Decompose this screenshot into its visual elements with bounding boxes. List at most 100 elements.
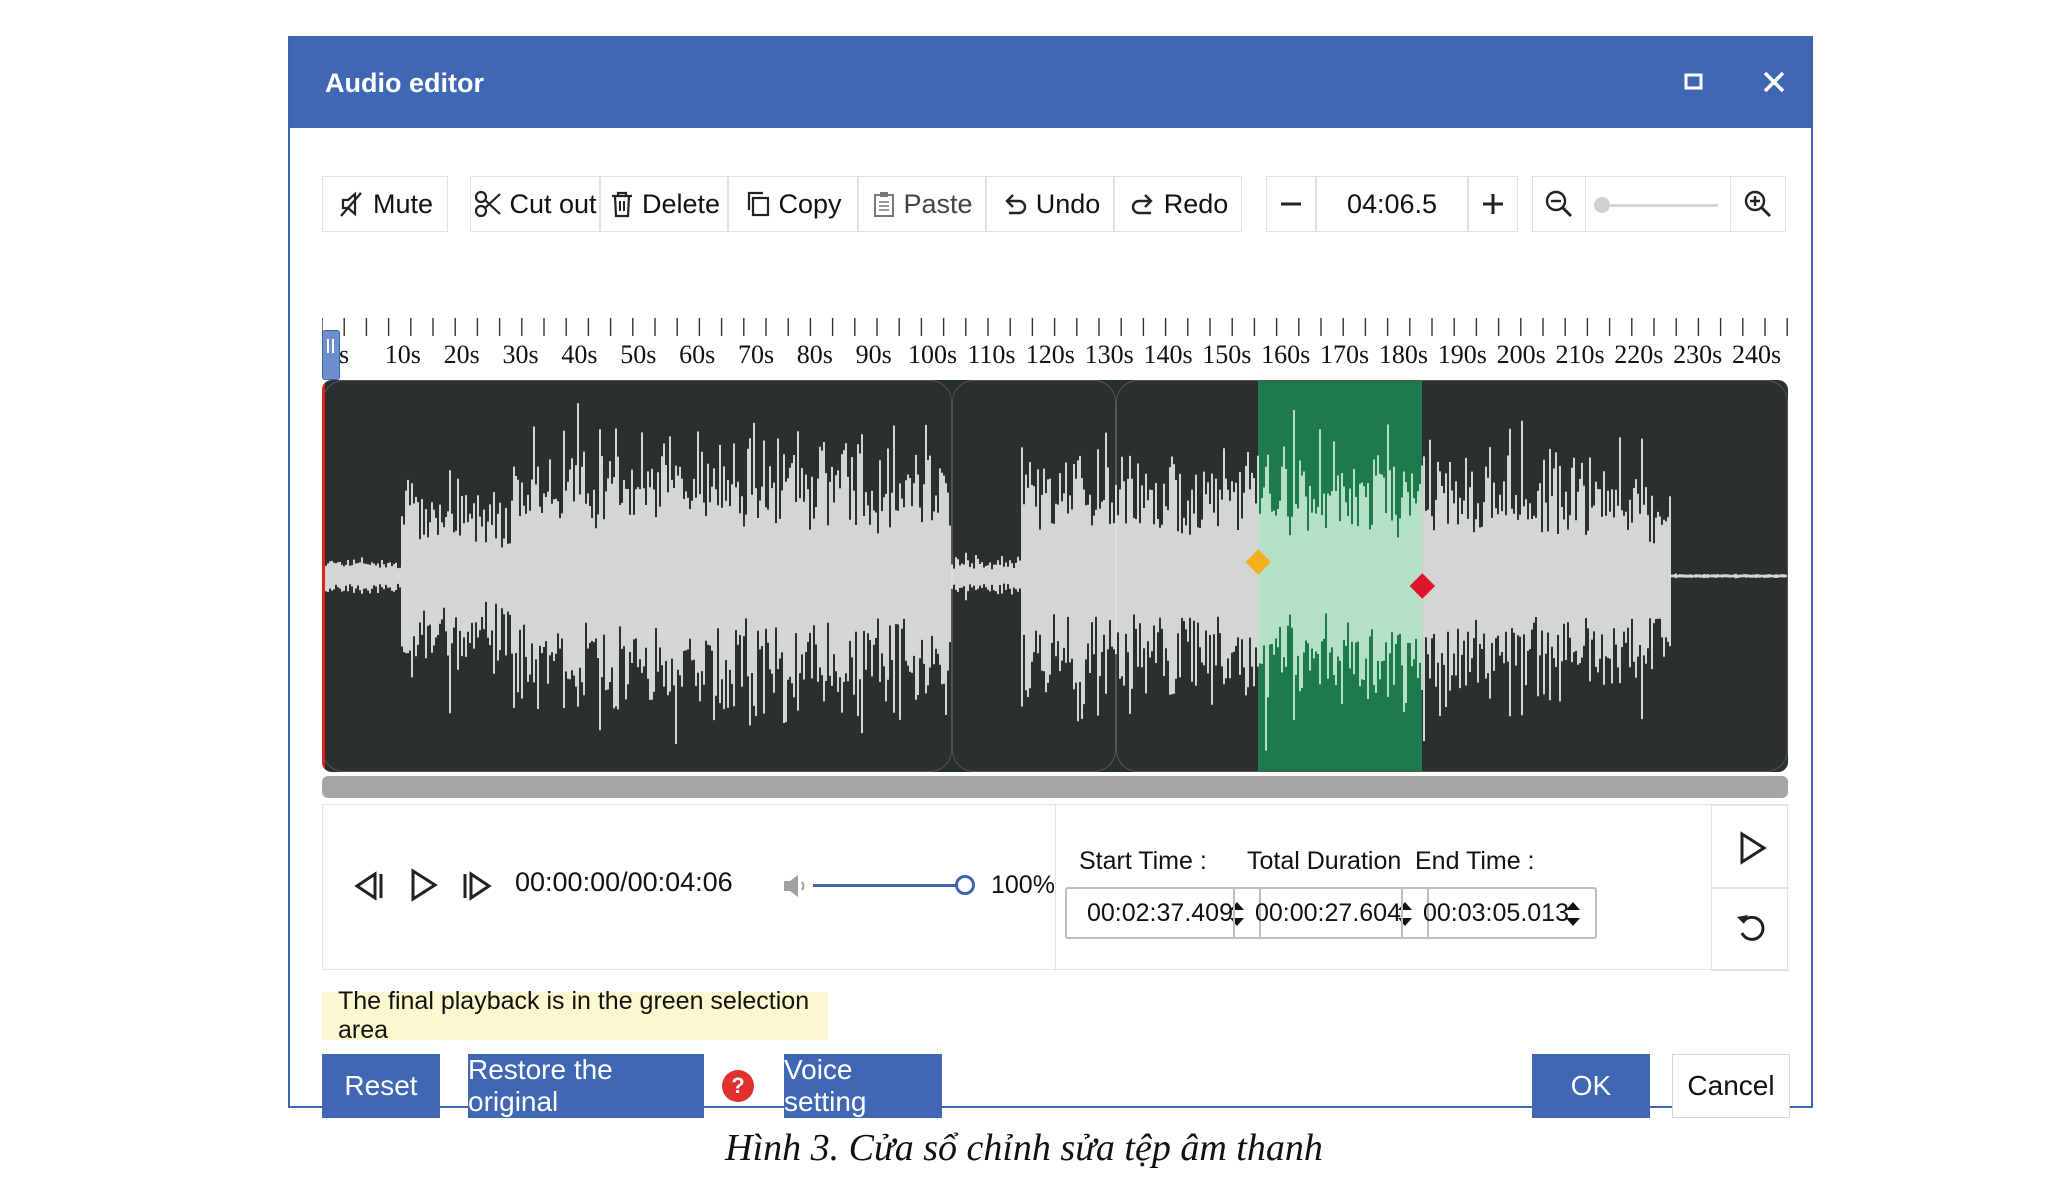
ruler-tick-label: 50s (620, 340, 657, 369)
playback-cursor (322, 380, 325, 772)
zoom-in-icon (1744, 190, 1771, 217)
waveform-panel[interactable] (322, 380, 1788, 772)
plus-icon (1483, 194, 1503, 214)
time-ruler[interactable]: s 10s 20s 30s 40s 50s 60s 70s 80s 90s 100s 110s 120s… (322, 278, 1788, 380)
ruler-ticks (322, 318, 1788, 336)
ruler-tick-label: 140s (1143, 340, 1193, 369)
maximize-icon (1684, 73, 1703, 90)
ruler-tick-label: 60s (679, 340, 716, 369)
time-decrease-button[interactable] (1266, 176, 1316, 232)
redo-button[interactable]: Redo (1114, 176, 1242, 232)
ruler-tick-label: 30s (502, 340, 539, 369)
restore-original-button[interactable]: Restore the original (468, 1054, 704, 1118)
redo-label: Redo (1163, 188, 1229, 219)
mute-icon (340, 191, 362, 217)
zoom-slider-knob[interactable] (1594, 197, 1610, 213)
total-duration-value: 00:00:27.604 (1255, 898, 1401, 927)
playhead-handle[interactable] (322, 330, 340, 380)
zoom-in-button[interactable] (1730, 176, 1786, 232)
ruler-tick-label: 10s (384, 340, 421, 369)
undo-label: Undo (1035, 188, 1101, 219)
cut-out-label: Cut out (509, 188, 597, 219)
maximize-button[interactable] (1674, 62, 1714, 102)
close-icon (1763, 71, 1785, 93)
ruler-tick-label: 180s (1378, 340, 1428, 369)
ruler-tick-label: 220s (1614, 340, 1664, 369)
mute-label: Mute (372, 188, 434, 219)
undo-icon (1005, 194, 1026, 215)
play-icon[interactable] (407, 867, 441, 903)
ruler-tick-label: 190s (1437, 340, 1487, 369)
undo-button[interactable]: Undo (986, 176, 1114, 232)
ruler-tick-label: 150s (1202, 340, 1252, 369)
delete-label: Delete (641, 188, 721, 219)
ruler-tick-label: 130s (1084, 340, 1134, 369)
ruler-tick-label: 210s (1555, 340, 1605, 369)
ruler-tick-label: 230s (1673, 340, 1723, 369)
controls-divider (1055, 805, 1056, 971)
paste-label: Paste (903, 188, 973, 219)
reset-selection-button[interactable] (1711, 887, 1789, 971)
time-value[interactable]: 04:06.5 (1316, 176, 1468, 232)
start-time-value: 00:02:37.409 (1087, 898, 1233, 927)
ruler-tick-label: 170s (1320, 340, 1370, 369)
zoom-slider[interactable] (1586, 176, 1730, 232)
ruler-tick-label: 80s (796, 340, 833, 369)
help-icon[interactable]: ? (722, 1070, 754, 1102)
zoom-out-icon (1545, 190, 1572, 217)
copy-button[interactable]: Copy (728, 176, 858, 232)
copy-label: Copy (778, 188, 842, 219)
spinner-arrows-icon[interactable] (1563, 897, 1583, 931)
paste-button[interactable]: Paste (858, 176, 986, 232)
ruler-tick-label: 100s (908, 340, 958, 369)
start-time-field[interactable]: 00:02:37.409 (1065, 887, 1261, 939)
end-time-value: 00:03:05.013 (1423, 898, 1569, 927)
step-forward-icon[interactable] (459, 869, 495, 903)
volume-icon[interactable] (781, 871, 811, 901)
clipboard-icon (874, 192, 895, 217)
total-duration-field[interactable]: 00:00:27.604 (1233, 887, 1429, 939)
zoom-slider-track (1598, 204, 1718, 207)
trash-icon (611, 191, 632, 218)
ruler-tick-label: 20s (443, 340, 480, 369)
voice-setting-button[interactable]: Voice setting (784, 1054, 942, 1118)
ok-button[interactable]: OK (1532, 1054, 1650, 1118)
volume-slider[interactable] (813, 884, 965, 887)
ruler-tick-label: 200s (1496, 340, 1546, 369)
window-title: Audio editor (325, 68, 484, 98)
cancel-button[interactable]: Cancel (1672, 1054, 1790, 1118)
delete-button[interactable]: Delete (600, 176, 728, 232)
cut-out-button[interactable]: Cut out (470, 176, 600, 232)
close-button[interactable] (1754, 62, 1794, 102)
ruler-tick-label: 40s (561, 340, 598, 369)
ruler-tick-label: 70s (737, 340, 775, 369)
total-duration-label: Total Duration (1247, 847, 1402, 875)
ruler-tick-label: 240s (1732, 340, 1782, 369)
step-back-icon[interactable] (351, 869, 387, 903)
end-time-label: End Time : (1415, 847, 1535, 875)
ruler-tick-label: 110s (967, 340, 1016, 369)
mute-button[interactable]: Mute (322, 176, 448, 232)
volume-percent: 100% (991, 871, 1055, 899)
zoom-out-button[interactable] (1532, 176, 1586, 232)
play-icon (1740, 831, 1767, 865)
play-selection-button[interactable] (1711, 805, 1789, 889)
rotate-left-icon (1737, 915, 1765, 941)
playback-controls: 00:00:00/00:04:06 100% Start Time : 00:0… (322, 804, 1789, 971)
end-time-field[interactable]: 00:03:05.013 (1401, 887, 1597, 939)
scissors-icon (475, 190, 502, 218)
volume-slider-knob[interactable] (955, 875, 975, 895)
copy-icon (748, 191, 770, 217)
ruler-tick-label: 160s (1261, 340, 1311, 369)
ruler-tick-label: 90s (855, 340, 892, 369)
edit-toolbar: Mute Cut out Delete Copy Paste Undo Redo (322, 176, 1786, 232)
playback-time: 00:00:00/00:04:06 (515, 867, 733, 897)
horizontal-scrollbar[interactable] (322, 776, 1788, 798)
redo-icon (1131, 194, 1153, 215)
reset-button[interactable]: Reset (322, 1054, 440, 1118)
grip-icon (327, 339, 334, 353)
title-bar: Audio editor (290, 38, 1811, 128)
start-time-label: Start Time : (1079, 847, 1207, 875)
time-increase-button[interactable] (1468, 176, 1518, 232)
hint-message: The final playback is in the green selec… (322, 987, 828, 1044)
